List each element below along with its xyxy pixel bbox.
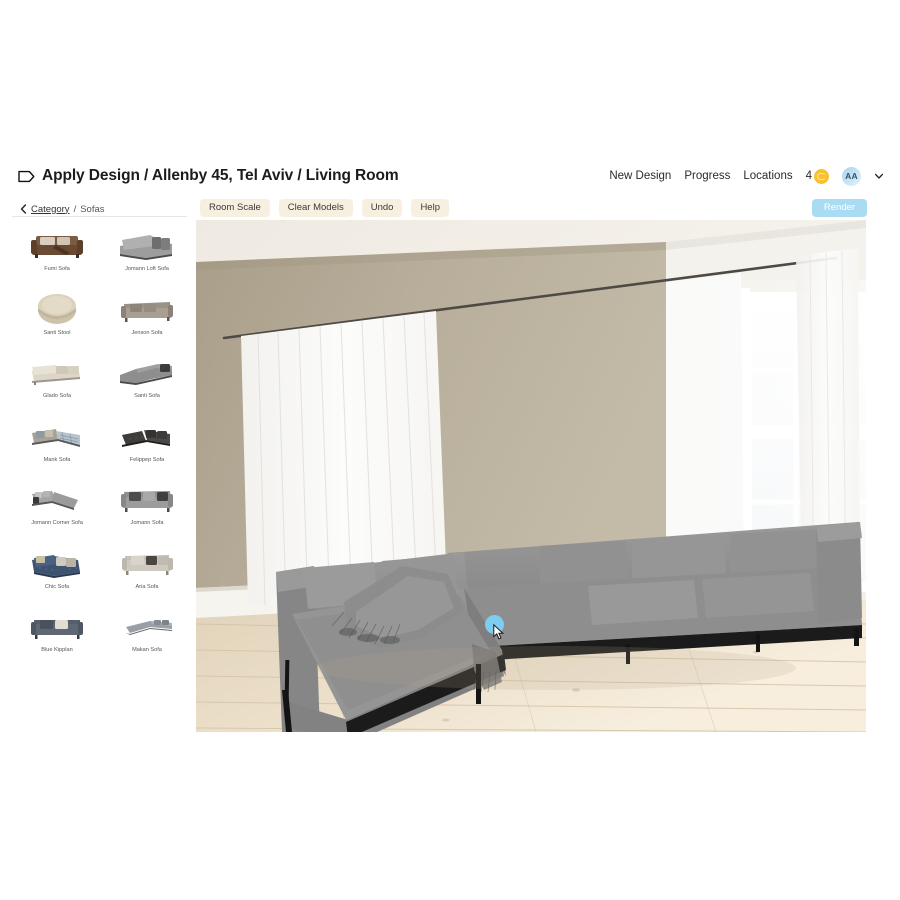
model-label: Mank Sofa xyxy=(43,456,71,463)
model-card[interactable]: Chic Sofa xyxy=(12,540,102,604)
app-header: Apply Design / Allenby 45, Tel Aviv / Li… xyxy=(0,160,900,192)
avatar[interactable]: AA xyxy=(842,166,861,186)
model-card[interactable]: Mank Sofa xyxy=(12,413,102,477)
breadcrumb-category-link[interactable]: Category xyxy=(31,204,70,215)
design-canvas[interactable] xyxy=(196,220,866,732)
model-card[interactable]: Glado Sofa xyxy=(12,349,102,413)
credits-count: 4 xyxy=(805,170,812,182)
model-label: Jenson Sofa xyxy=(131,329,163,336)
model-card[interactable]: Jomann Corner Sofa xyxy=(12,476,102,540)
chevron-down-icon[interactable] xyxy=(874,171,884,181)
model-label: Jomann Loft Sofa xyxy=(125,266,169,272)
clear-models-button[interactable]: Clear Models xyxy=(278,199,353,217)
model-label: Santi Sofa xyxy=(134,393,160,399)
room-scale-button[interactable]: Room Scale xyxy=(200,199,270,217)
header-nav: New Design Progress Locations 4 AA xyxy=(609,160,884,192)
model-thumbnail xyxy=(26,288,88,328)
model-thumbnail xyxy=(26,542,88,582)
model-card[interactable]: Blue Kipplan xyxy=(12,603,102,667)
breadcrumb-separator: / xyxy=(73,203,77,215)
nav-progress[interactable]: Progress xyxy=(684,170,730,182)
tag-outline-icon xyxy=(18,170,35,182)
page-title: Apply Design / Allenby 45, Tel Aviv / Li… xyxy=(42,167,399,184)
model-thumbnail xyxy=(116,224,178,264)
model-label: Makan Sofa xyxy=(132,647,162,653)
credits-badge[interactable]: 4 xyxy=(805,168,829,184)
model-label: Aria Sofa xyxy=(135,583,159,590)
model-label: Blue Kipplan xyxy=(41,647,73,653)
model-label: Glado Sofa xyxy=(43,393,71,399)
tool-button-group: Room Scale Clear Models Undo Help xyxy=(200,199,449,217)
model-card[interactable]: Jomann Sofa xyxy=(102,476,192,540)
model-thumbnail xyxy=(116,288,178,328)
model-label: Felippep Sofa xyxy=(129,456,165,463)
breadcrumb-current: Sofas xyxy=(80,203,105,215)
model-label: Jomann Corner Sofa xyxy=(31,520,83,526)
model-library-grid: Fumi Sofa Jomann Loft Sofa Santi Stool J… xyxy=(12,222,192,682)
help-button[interactable]: Help xyxy=(411,199,449,217)
coin-icon xyxy=(814,168,829,184)
model-thumbnail xyxy=(26,224,88,264)
nav-locations[interactable]: Locations xyxy=(743,170,792,182)
model-thumbnail xyxy=(116,415,178,455)
selection-handle[interactable] xyxy=(485,615,504,634)
nav-new-design[interactable]: New Design xyxy=(609,170,671,182)
model-card[interactable]: Felippep Sofa xyxy=(102,413,192,477)
undo-button[interactable]: Undo xyxy=(361,199,403,217)
model-card[interactable]: Jomann Loft Sofa xyxy=(102,222,192,286)
model-label: Jomann Sofa xyxy=(130,520,164,526)
model-label: Santi Stool xyxy=(43,329,71,336)
brand-block[interactable]: Apply Design / Allenby 45, Tel Aviv / Li… xyxy=(18,160,399,192)
model-thumbnail xyxy=(26,351,88,391)
render-button[interactable]: Render xyxy=(811,199,867,217)
app-root: Apply Design / Allenby 45, Tel Aviv / Li… xyxy=(0,0,900,900)
model-thumbnail xyxy=(116,542,178,582)
model-thumbnail xyxy=(26,478,88,518)
model-label: Fumi Sofa xyxy=(44,266,70,272)
chevron-left-icon[interactable] xyxy=(20,204,27,214)
model-card[interactable]: Santi Sofa xyxy=(102,349,192,413)
model-card[interactable]: Jenson Sofa xyxy=(102,286,192,350)
model-thumbnail xyxy=(116,605,178,645)
room-scene xyxy=(196,220,866,732)
model-thumbnail xyxy=(116,351,178,391)
model-card[interactable]: Fumi Sofa xyxy=(12,222,102,286)
sidebar-divider xyxy=(12,216,187,217)
model-card[interactable]: Aria Sofa xyxy=(102,540,192,604)
model-thumbnail xyxy=(26,605,88,645)
model-label: Chic Sofa xyxy=(44,583,70,590)
model-thumbnail xyxy=(116,478,178,518)
model-card[interactable]: Makan Sofa xyxy=(102,603,192,667)
model-card[interactable]: Santi Stool xyxy=(12,286,102,350)
model-thumbnail xyxy=(26,415,88,455)
